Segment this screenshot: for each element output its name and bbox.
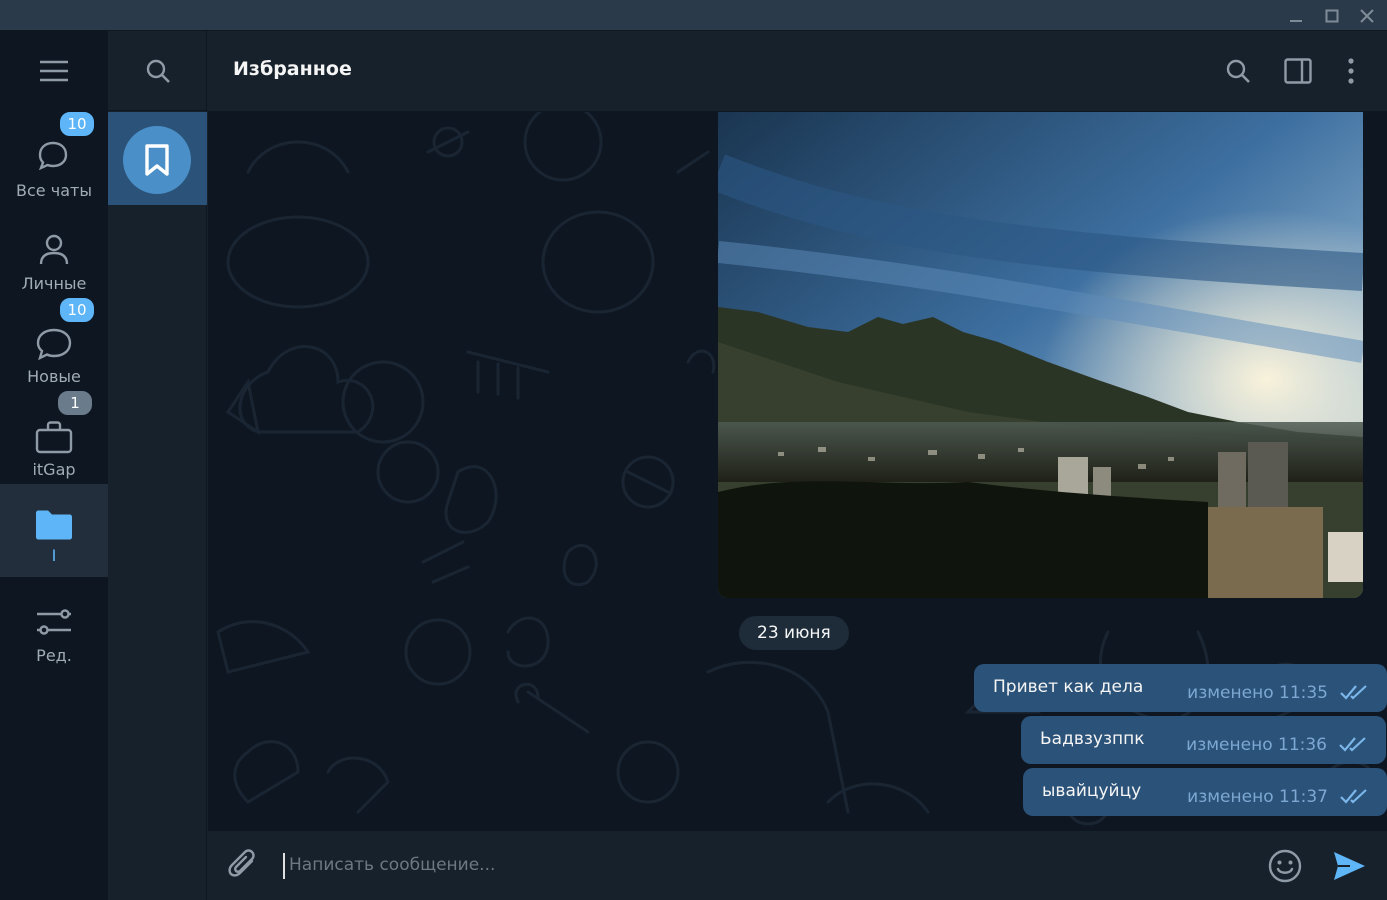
folder-all-chats[interactable]: Все чаты 10	[0, 110, 108, 212]
photo-message[interactable]	[718, 112, 1363, 598]
folder-label: itGap	[32, 460, 76, 479]
folder-label: Новые	[27, 367, 81, 386]
minimize-icon[interactable]	[1279, 0, 1313, 31]
message-bubble[interactable]: ывайцуйцу изменено 11:37	[1023, 768, 1387, 816]
chat-header: Избранное	[208, 31, 1387, 112]
message-composer: Написать сообщение...	[208, 830, 1387, 900]
paperclip-icon[interactable]	[226, 847, 262, 883]
maximize-icon[interactable]	[1315, 0, 1349, 31]
unread-badge: 10	[58, 110, 96, 138]
unread-badge: 10	[58, 296, 96, 324]
folder-new[interactable]: Новые 10	[0, 296, 108, 398]
message-edited-time: изменено 11:36	[1186, 735, 1327, 755]
folder-icon	[36, 510, 72, 540]
bookmark-icon	[145, 144, 169, 176]
person-icon	[39, 234, 69, 265]
send-icon[interactable]	[1330, 847, 1368, 885]
more-icon[interactable]	[1331, 51, 1371, 91]
chats-icon	[38, 141, 68, 171]
unread-badge: 1	[56, 389, 94, 417]
folder-itgap[interactable]: itGap 1	[0, 389, 108, 491]
window-titlebar	[0, 0, 1387, 31]
chat-title[interactable]: Избранное	[233, 58, 352, 80]
search-icon[interactable]	[108, 31, 207, 111]
avatar	[123, 126, 191, 194]
message-text: Ьадвзузппк	[1040, 729, 1145, 749]
double-check-icon	[1340, 789, 1367, 804]
chat-bubble-icon	[36, 328, 72, 361]
double-check-icon	[1339, 737, 1366, 752]
sidebar-toggle-icon[interactable]	[1278, 51, 1318, 91]
folder-label: Личные	[21, 274, 87, 293]
search-icon[interactable]	[1218, 51, 1258, 91]
message-bubble[interactable]: Привет как дела изменено 11:35	[974, 664, 1387, 712]
message-text: ывайцуйцу	[1042, 781, 1142, 801]
message-input[interactable]: Написать сообщение...	[283, 853, 1243, 879]
folder-edit[interactable]: Ред.	[0, 584, 108, 677]
folder-personal[interactable]: Личные	[0, 212, 108, 305]
chat-item-saved-messages[interactable]	[108, 112, 207, 205]
menu-icon[interactable]	[0, 31, 108, 111]
chat-list	[108, 31, 207, 900]
message-edited-time: изменено 11:35	[1187, 683, 1328, 703]
briefcase-icon	[35, 421, 73, 454]
sliders-icon	[37, 609, 71, 635]
close-icon[interactable]	[1350, 0, 1384, 31]
mountain-city-photo	[718, 112, 1363, 598]
folder-label: Все чаты	[16, 181, 92, 200]
folder-sidebar: Все чаты 10 Личные Новые 10 itGap 1 I Ре…	[0, 31, 108, 900]
folder-i[interactable]: I	[0, 484, 108, 577]
message-text: Привет как дела	[993, 677, 1144, 697]
date-divider: 23 июня	[739, 616, 849, 650]
double-check-icon	[1340, 685, 1367, 700]
message-list[interactable]: 23 июня Привет как дела изменено 11:35 Ь…	[208, 112, 1387, 830]
message-bubble[interactable]: Ьадвзузппк изменено 11:36	[1021, 716, 1386, 764]
folder-label: Ред.	[36, 646, 72, 665]
folder-label: I	[51, 546, 57, 565]
emoji-icon[interactable]	[1266, 847, 1304, 885]
message-edited-time: изменено 11:37	[1187, 787, 1328, 807]
